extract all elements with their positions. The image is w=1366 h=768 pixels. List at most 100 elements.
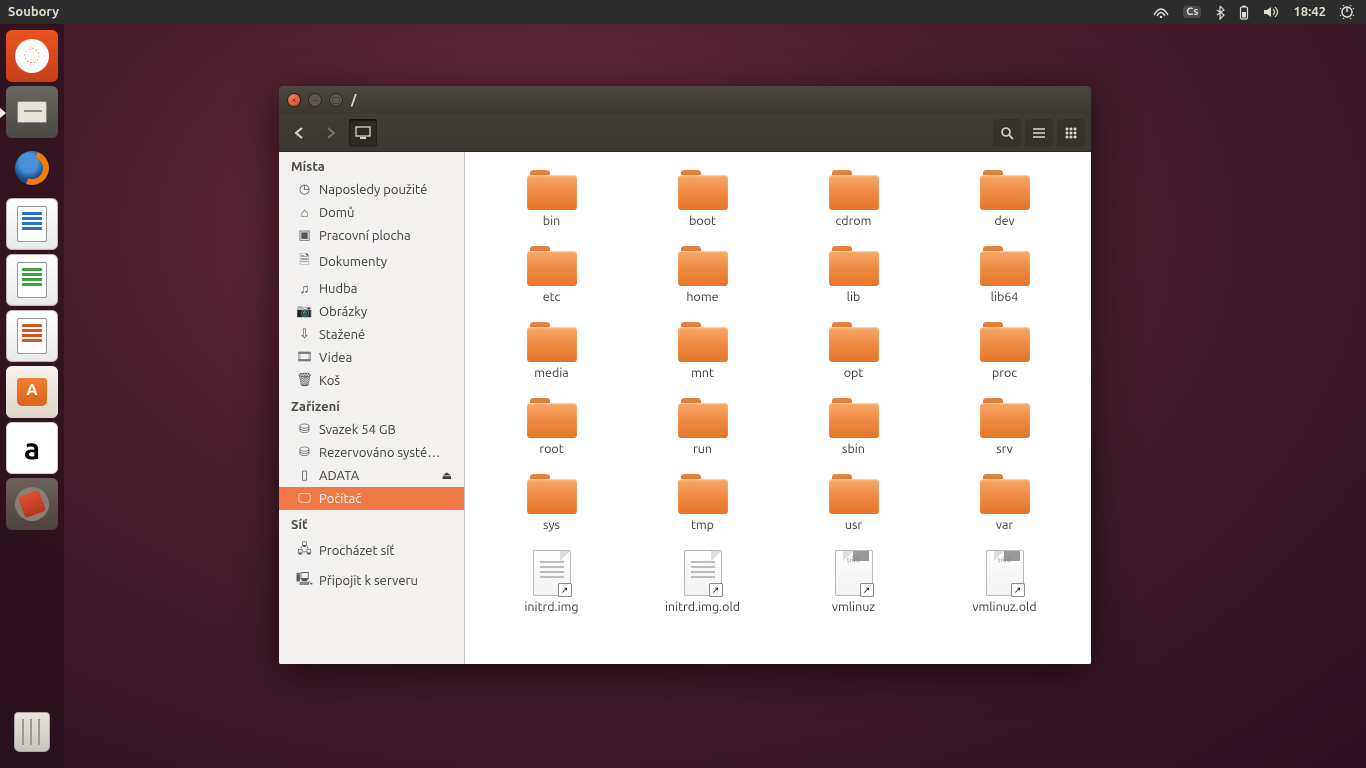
file-item-vmlinuz[interactable]: ↗vmlinuz xyxy=(787,546,920,618)
file-label: run xyxy=(693,442,712,456)
active-app-label: Soubory xyxy=(4,5,59,19)
sidebar-item-proch-zet-s-[interactable]: 🖧Procházet síť xyxy=(279,536,464,566)
launcher-settings[interactable] xyxy=(6,478,58,530)
close-button[interactable]: × xyxy=(287,93,301,107)
sound-icon[interactable] xyxy=(1263,5,1279,19)
clock[interactable]: 18:42 xyxy=(1293,5,1326,19)
sidebar-item-label: Rezervováno systé… xyxy=(319,446,440,460)
folder-icon xyxy=(980,322,1030,362)
unity-launcher: ◌ a xyxy=(0,24,64,768)
file-label: media xyxy=(534,366,568,380)
sidebar-item-sta-en-[interactable]: ⇩Stažené xyxy=(279,323,464,346)
file-item-media[interactable]: media xyxy=(485,318,618,384)
folder-icon xyxy=(678,474,728,514)
file-item-vmlinuz-old[interactable]: ↗vmlinuz.old xyxy=(938,546,1071,618)
dash-button[interactable]: ◌ xyxy=(6,30,58,82)
folder-icon xyxy=(527,398,577,438)
launcher-calc[interactable] xyxy=(6,254,58,306)
session-icon[interactable] xyxy=(1340,5,1354,19)
sidebar-item-naposledy-pou-it-[interactable]: ◷Naposledy použité xyxy=(279,178,464,201)
file-label: usr xyxy=(845,518,862,532)
folder-icon xyxy=(678,322,728,362)
file-item-var[interactable]: var xyxy=(938,470,1071,536)
eject-icon[interactable]: ⏏ xyxy=(442,469,452,482)
sidebar-item-obr-zky[interactable]: 📷Obrázky xyxy=(279,300,464,323)
sidebar-item-label: Počítač xyxy=(319,492,361,506)
trash-icon: 🗑 xyxy=(297,373,312,388)
sidebar-item-label: Stažené xyxy=(319,328,365,342)
sidebar-item-label: Domů xyxy=(319,206,354,220)
file-item-run[interactable]: run xyxy=(636,394,769,460)
back-button[interactable] xyxy=(285,119,313,147)
launcher-files[interactable] xyxy=(6,86,58,138)
launcher-software[interactable] xyxy=(6,366,58,418)
sidebar-item-label: Dokumenty xyxy=(319,255,387,269)
file-label: initrd.img xyxy=(524,600,578,614)
list-view-button[interactable] xyxy=(1025,119,1053,147)
launcher-trash[interactable] xyxy=(6,706,58,758)
content-area[interactable]: binboot cdrom dev etchomelib lib64 media mntop… xyxy=(465,152,1091,664)
file-item-cdrom[interactable]: cdrom xyxy=(787,166,920,232)
file-item-proc[interactable]: proc xyxy=(938,318,1071,384)
sidebar-item-videa[interactable]: 🎞Videa xyxy=(279,346,464,369)
sidebar-item-dokumenty[interactable]: 🗎Dokumenty xyxy=(279,247,464,277)
bluetooth-icon[interactable] xyxy=(1215,5,1225,20)
folder-icon xyxy=(980,170,1030,210)
sidebar-item-pracovn-plocha[interactable]: ▣Pracovní plocha xyxy=(279,224,464,247)
launcher-amazon[interactable]: a xyxy=(6,422,58,474)
sidebar-item-rezervov-no-syst-[interactable]: ⛁Rezervováno systé… xyxy=(279,441,464,464)
minimize-button[interactable]: – xyxy=(308,93,322,107)
file-item-bin[interactable]: bin xyxy=(485,166,618,232)
file-item-tmp[interactable]: tmp xyxy=(636,470,769,536)
file-icon: ↗ xyxy=(986,550,1024,596)
file-item-lib[interactable]: lib xyxy=(787,242,920,308)
file-label: cdrom xyxy=(836,214,872,228)
file-item-sbin[interactable]: sbin xyxy=(787,394,920,460)
launcher-impress[interactable] xyxy=(6,310,58,362)
file-item-opt[interactable]: opt xyxy=(787,318,920,384)
file-item-srv[interactable]: srv xyxy=(938,394,1071,460)
file-item-usr[interactable]: usr xyxy=(787,470,920,536)
folder-icon xyxy=(678,246,728,286)
file-item-lib64[interactable]: lib64 xyxy=(938,242,1071,308)
clock-icon: ◷ xyxy=(297,182,312,197)
symlink-badge-icon: ↗ xyxy=(709,583,723,597)
sidebar-item-hudba[interactable]: ♫Hudba xyxy=(279,277,464,300)
path-computer-button[interactable] xyxy=(349,119,377,147)
folder-icon xyxy=(980,474,1030,514)
file-item-initrd-img-old[interactable]: ↗ initrd.img.old xyxy=(636,546,769,618)
keyboard-indicator[interactable]: Cs xyxy=(1183,6,1201,18)
sidebar-item-p-ipojit-k-serveru[interactable]: 🖳Připojit k serveru xyxy=(279,566,464,596)
file-item-boot[interactable]: boot xyxy=(636,166,769,232)
sidebar-item-svazek-54-gb[interactable]: ⛁Svazek 54 GB xyxy=(279,418,464,441)
battery-icon[interactable] xyxy=(1239,5,1249,20)
file-item-initrd-img[interactable]: ↗initrd.img xyxy=(485,546,618,618)
file-item-root[interactable]: root xyxy=(485,394,618,460)
file-label: var xyxy=(996,518,1013,532)
file-item-home[interactable]: home xyxy=(636,242,769,308)
file-label: initrd.img.old xyxy=(665,600,740,614)
file-item-dev[interactable]: dev xyxy=(938,166,1071,232)
toolbar xyxy=(279,114,1091,152)
home-icon: ⌂ xyxy=(297,205,312,220)
sidebar-item-dom-[interactable]: ⌂ Domů xyxy=(279,201,464,224)
grid-view-button[interactable] xyxy=(1057,119,1085,147)
forward-button[interactable] xyxy=(317,119,345,147)
file-icon: ↗ xyxy=(835,550,873,596)
file-item-mnt[interactable]: mnt xyxy=(636,318,769,384)
titlebar[interactable]: × – ▢ / xyxy=(279,86,1091,114)
search-button[interactable] xyxy=(993,119,1021,147)
maximize-button[interactable]: ▢ xyxy=(329,93,343,107)
launcher-writer[interactable] xyxy=(6,198,58,250)
sidebar-item-label: Pracovní plocha xyxy=(319,229,411,243)
sidebar-item-adata[interactable]: ▯ADATA⏏ xyxy=(279,464,464,487)
sidebar-item-label: Hudba xyxy=(319,282,357,296)
sidebar-item-po-ta-[interactable]: 🖵Počítač xyxy=(279,487,464,510)
sidebar-item-label: Procházet síť xyxy=(319,544,394,558)
file-item-etc[interactable]: etc xyxy=(485,242,618,308)
file-item-sys[interactable]: sys xyxy=(485,470,618,536)
launcher-firefox[interactable] xyxy=(6,142,58,194)
network-icon[interactable] xyxy=(1153,6,1169,18)
folder-icon xyxy=(527,474,577,514)
sidebar-item-ko-[interactable]: 🗑Koš xyxy=(279,369,464,392)
